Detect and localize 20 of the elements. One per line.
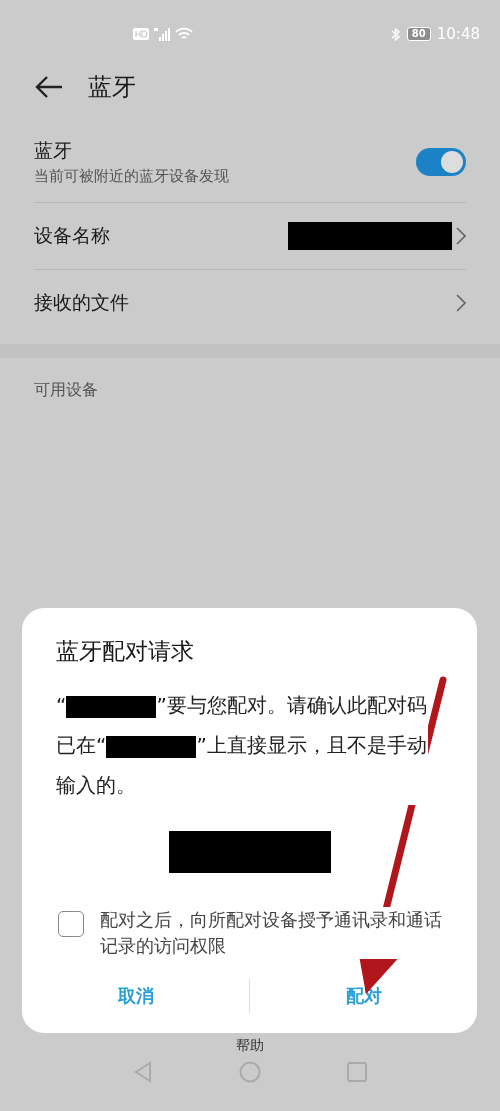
bluetooth-icon xyxy=(390,26,401,42)
battery-icon: 80 xyxy=(406,27,431,41)
cancel-button[interactable]: 取消 xyxy=(22,983,249,1009)
setting-description: 当前可被附近的蓝牙设备发现 xyxy=(34,167,230,186)
checkbox-label: 配对之后，向所配对设备授予通讯录和通话记录的访问权限 xyxy=(100,907,444,959)
wifi-icon xyxy=(175,27,193,41)
dialog-title: 蓝牙配对请求 xyxy=(56,637,195,666)
checkbox[interactable] xyxy=(58,911,84,937)
setting-label: 蓝牙 xyxy=(34,138,73,163)
setting-label: 设备名称 xyxy=(34,223,111,248)
help-label[interactable]: 帮助 xyxy=(0,1037,500,1055)
bluetooth-toggle[interactable] xyxy=(416,148,466,176)
chevron-icon xyxy=(456,227,466,245)
hd-icon xyxy=(133,28,149,40)
setting-label: 接收的文件 xyxy=(34,290,130,315)
pair-button[interactable]: 配对 xyxy=(250,983,477,1009)
chevron-icon xyxy=(456,294,466,312)
section-header: 可用设备 xyxy=(33,379,99,401)
page-title: 蓝牙 xyxy=(88,72,136,103)
signal-icon xyxy=(153,27,171,41)
